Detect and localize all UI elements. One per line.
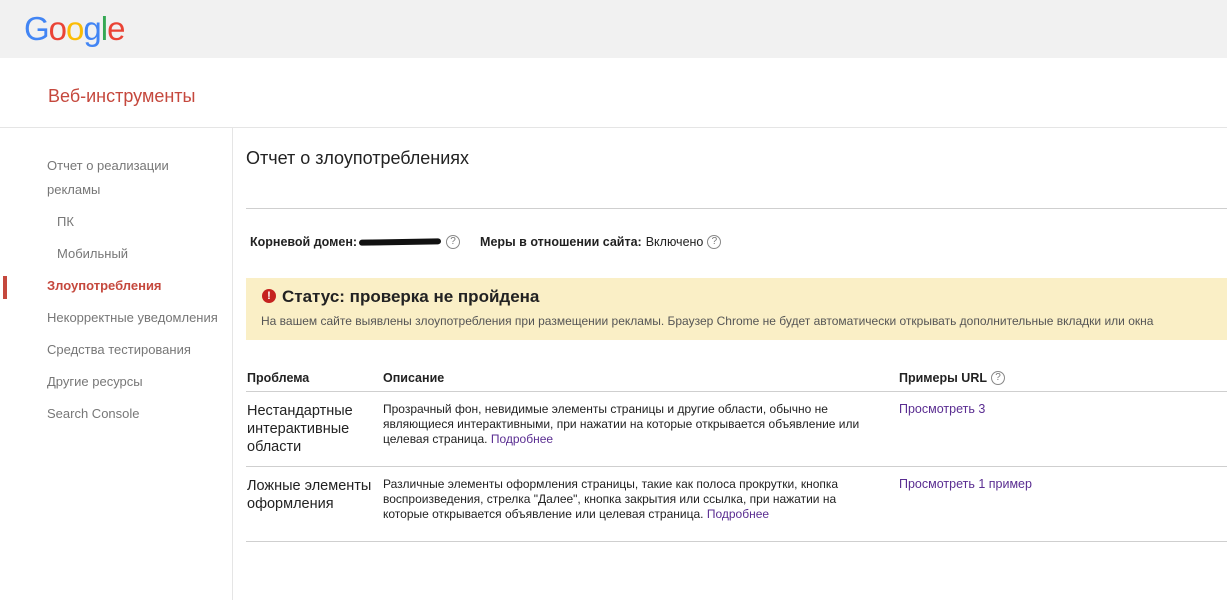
- sidebar-item-ad-experience-report[interactable]: Отчет о реализации: [47, 154, 169, 178]
- view-examples-link[interactable]: Просмотреть 3: [899, 402, 985, 416]
- logo-letter: e: [107, 10, 125, 47]
- view-examples-link[interactable]: Просмотреть 1 пример: [899, 477, 1032, 491]
- site-info-row: Корневой домен: ? Меры в отношении сайта…: [250, 235, 722, 249]
- problem-cell: Нестандартные интерактивные области: [247, 403, 353, 455]
- app-title[interactable]: Веб-инструменты: [48, 86, 195, 107]
- sidebar-item-ad-experience-report-cont[interactable]: рекламы: [47, 178, 100, 202]
- help-icon[interactable]: ?: [446, 235, 461, 249]
- sidebar-item-mobile[interactable]: Мобильный: [57, 242, 128, 266]
- sidebar-item-other-resources[interactable]: Другие ресурсы: [47, 370, 143, 394]
- table-row: Нестандартные интерактивные области Проз…: [246, 392, 1227, 467]
- error-icon: !: [262, 289, 276, 303]
- app-header: Веб-инструменты: [0, 58, 1227, 128]
- problem-cell: Ложные элементы оформления: [247, 478, 372, 512]
- column-header-description: Описание: [383, 371, 445, 385]
- logo-letter: o: [48, 10, 67, 47]
- column-header-urls-label: Примеры URL: [899, 371, 987, 385]
- page-title: Отчет о злоупотреблениях: [246, 148, 470, 168]
- help-icon[interactable]: ?: [707, 235, 722, 249]
- sidebar-item-search-console[interactable]: Search Console: [47, 402, 140, 426]
- learn-more-link[interactable]: Подробнее: [491, 432, 553, 446]
- sidebar-item-abusive-notifications[interactable]: Некорректные уведомления: [47, 306, 218, 330]
- top-bar: Google: [0, 0, 1227, 58]
- sidebar: Отчет о реализации рекламы ПК Мобильный …: [0, 128, 233, 600]
- sidebar-item-testing-tools[interactable]: Средства тестирования: [47, 338, 191, 362]
- logo-letter: G: [24, 10, 50, 47]
- redacted-domain: [358, 238, 442, 246]
- google-logo[interactable]: Google: [24, 9, 125, 49]
- status-text: На вашем сайте выявлены злоупотребления …: [261, 314, 1154, 328]
- active-indicator: [3, 276, 7, 299]
- description-text: Прозрачный фон, невидимые элементы стран…: [383, 402, 860, 446]
- logo-letter: g: [83, 10, 101, 47]
- root-domain-label: Корневой домен:: [250, 235, 358, 249]
- table-row: Ложные элементы оформления Различные эле…: [246, 467, 1227, 542]
- column-header-urls: Примеры URL ?: [899, 371, 1005, 385]
- divider: [246, 208, 1227, 209]
- logo-letter: o: [66, 10, 84, 47]
- sidebar-item-desktop[interactable]: ПК: [57, 210, 74, 234]
- status-banner: ! Статус: проверка не пройдена На вашем …: [246, 278, 1227, 340]
- description-text: Различные элементы оформления страницы, …: [383, 477, 839, 521]
- description-cell: Прозрачный фон, невидимые элементы стран…: [383, 402, 883, 447]
- description-cell: Различные элементы оформления страницы, …: [383, 477, 883, 522]
- site-measures-label: Меры в отношении сайта:: [480, 235, 642, 249]
- site-measures-value: Включено: [645, 235, 704, 249]
- learn-more-link[interactable]: Подробнее: [707, 507, 769, 521]
- status-title: Статус: проверка не пройдена: [282, 287, 540, 306]
- sidebar-item-abusive-experiences[interactable]: Злоупотребления: [47, 274, 162, 298]
- column-header-problem: Проблема: [247, 371, 310, 385]
- help-icon[interactable]: ?: [990, 371, 1005, 385]
